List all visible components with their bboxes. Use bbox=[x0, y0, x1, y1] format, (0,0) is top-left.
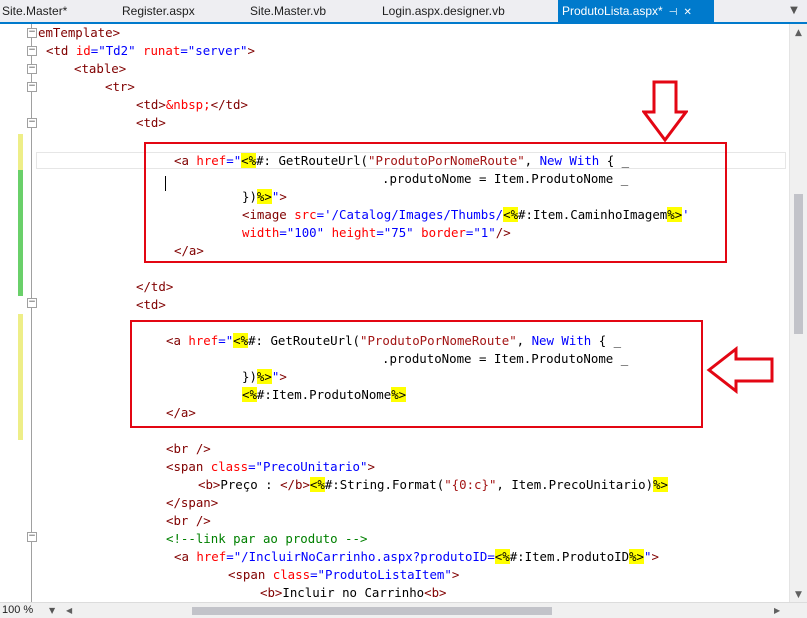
vertical-scroll-thumb[interactable] bbox=[794, 194, 803, 334]
tab-site-master-vb[interactable]: Site.Master.vb bbox=[248, 0, 378, 22]
tag-token: emTemplate> bbox=[38, 25, 121, 40]
attribute-token: runat bbox=[143, 43, 181, 58]
code-line: <b>Incluir no Carrinho<b> bbox=[260, 585, 447, 600]
server-delimiter: <% bbox=[309, 477, 325, 492]
annotation-box-name-link bbox=[130, 320, 703, 428]
tab-register-aspx[interactable]: Register.aspx bbox=[120, 0, 246, 22]
comment-token: <!--link par ao produto --> bbox=[166, 531, 368, 546]
code-line: emTemplate> bbox=[0, 24, 789, 42]
tab-login-designer-vb[interactable]: Login.aspx.designer.vb bbox=[380, 0, 558, 22]
code-line: <!--link par ao produto --> bbox=[0, 530, 789, 548]
value-token: "server" bbox=[187, 43, 248, 58]
server-delimiter: %> bbox=[653, 477, 668, 492]
code-line: <span class="PrecoUnitario"> bbox=[166, 459, 375, 474]
zoom-dropdown-icon[interactable]: ▼ bbox=[49, 603, 55, 618]
code-line: <td> bbox=[136, 297, 166, 312]
server-delimiter: <% bbox=[494, 549, 510, 564]
horizontal-scroll-thumb[interactable] bbox=[192, 607, 552, 615]
document-tab-bar: Site.Master* Register.aspx Site.Master.v… bbox=[0, 0, 807, 24]
attribute-token: id bbox=[75, 43, 91, 58]
tab-label: Site.Master* bbox=[2, 4, 68, 18]
annotation-box-image-link bbox=[144, 142, 727, 263]
zoom-level[interactable]: 100 % bbox=[2, 603, 33, 618]
code-line: <br /> bbox=[166, 441, 211, 456]
code-editor[interactable]: − − − − − − − emTemplate> <td id="Td2" r… bbox=[0, 24, 789, 602]
editor-bottom-bar: 100 % ▼ ◀ ▶ bbox=[0, 602, 807, 618]
red-outline-arrow-icon bbox=[642, 80, 688, 142]
tab-label: Login.aspx.designer.vb bbox=[382, 4, 505, 18]
red-outline-arrow-icon bbox=[706, 346, 774, 394]
tag-token: <td bbox=[46, 43, 76, 58]
tag-token: <td> bbox=[136, 115, 166, 130]
entity-token: &nbsp; bbox=[165, 97, 211, 112]
code-line: </td> bbox=[136, 279, 174, 294]
scroll-down-icon[interactable]: ▼ bbox=[790, 590, 807, 600]
tab-produtolista-aspx[interactable]: ProdutoLista.aspx* ⊣ ✕ bbox=[558, 0, 714, 22]
tab-overflow-dropdown-icon[interactable]: ▼ bbox=[786, 4, 802, 18]
code-line: </span> bbox=[166, 495, 219, 510]
tab-label: Register.aspx bbox=[122, 4, 195, 18]
scroll-up-icon[interactable]: ▲ bbox=[790, 28, 807, 38]
scroll-right-icon[interactable]: ▶ bbox=[774, 604, 780, 617]
server-delimiter: %> bbox=[629, 549, 644, 564]
code-line: <td id="Td2" runat="server"> bbox=[46, 43, 255, 58]
code-line: <a href="/IncluirNoCarrinho.aspx?produto… bbox=[174, 549, 659, 564]
code-line: <table> bbox=[0, 60, 789, 78]
close-icon[interactable]: ✕ bbox=[683, 2, 691, 24]
code-line: <br /> bbox=[166, 513, 211, 528]
code-line: <span class="ProdutoListaItem"> bbox=[228, 567, 460, 582]
pin-icon[interactable]: ⊣ bbox=[669, 2, 678, 24]
tab-label: ProdutoLista.aspx* bbox=[562, 4, 663, 18]
tab-label: Site.Master.vb bbox=[250, 4, 327, 18]
tag-token: <table> bbox=[74, 61, 127, 76]
vertical-scrollbar[interactable]: ▲ ▼ bbox=[789, 24, 807, 602]
horizontal-scrollbar[interactable]: ◀ ▶ bbox=[62, 604, 789, 617]
scroll-left-icon[interactable]: ◀ bbox=[66, 604, 72, 617]
tag-token: <tr> bbox=[105, 79, 135, 94]
tab-site-master[interactable]: Site.Master* bbox=[0, 0, 118, 22]
value-token: "Td2" bbox=[98, 43, 136, 58]
code-line: <b>Preço : </b><%#:String.Format("{0:c}"… bbox=[198, 477, 668, 492]
